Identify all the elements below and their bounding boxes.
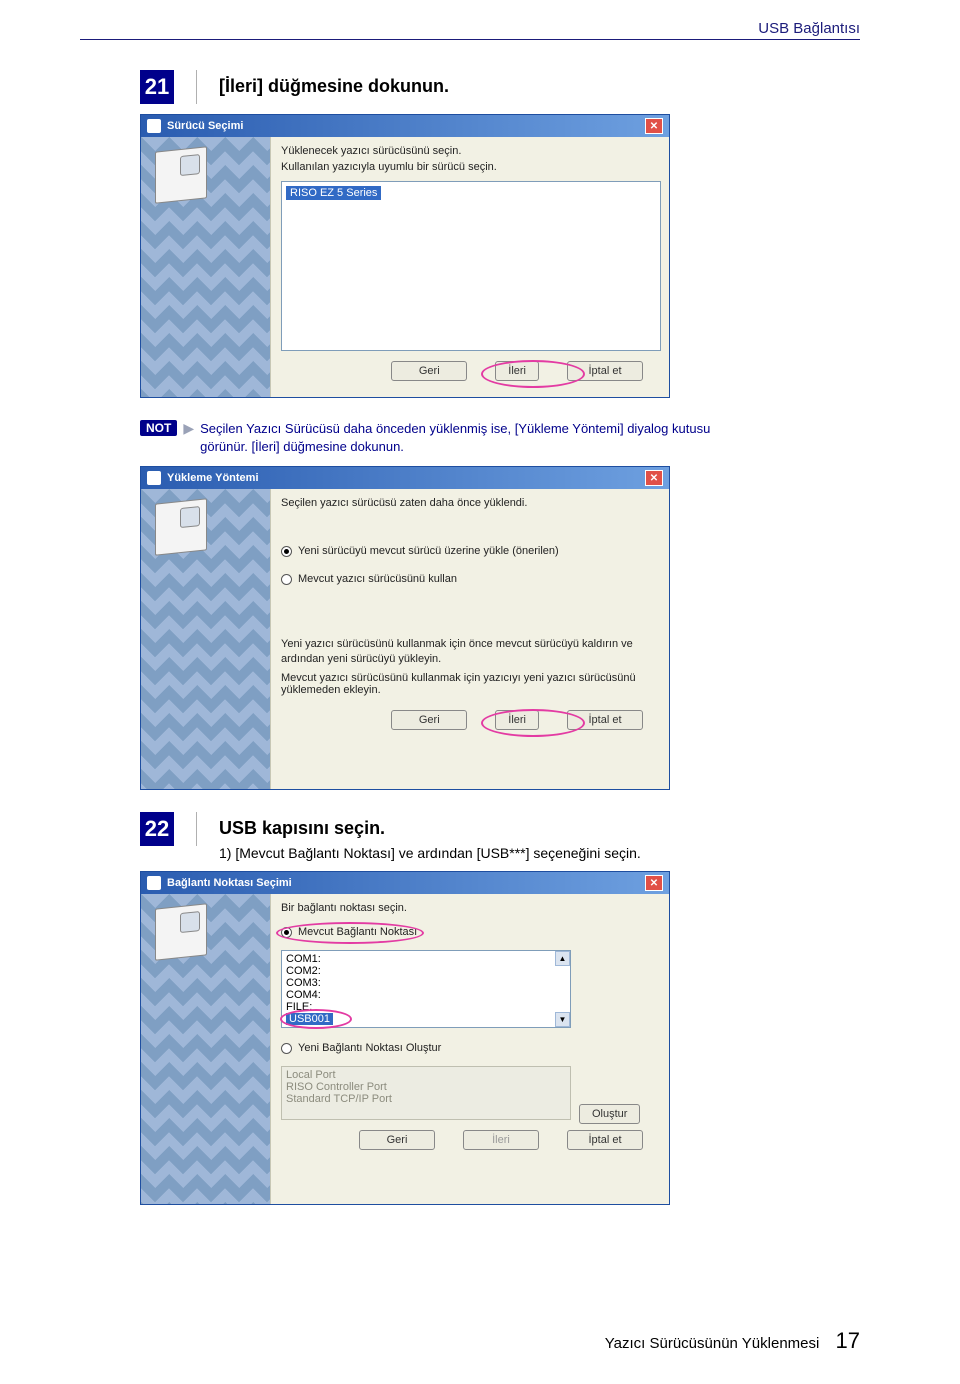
close-icon[interactable]: ✕ [645, 470, 663, 486]
dialog-titlebar: Sürücü Seçimi ✕ [141, 115, 669, 137]
driver-select-screenshot: Sürücü Seçimi ✕ Yüklenecek yazıcı sürücü… [140, 114, 860, 398]
dialog-titlebar: Yükleme Yöntemi ✕ [141, 467, 669, 489]
window-icon [147, 471, 161, 485]
separator [196, 70, 197, 104]
dialog-title: Sürücü Seçimi [167, 120, 243, 132]
back-button[interactable]: Geri [359, 1130, 435, 1150]
step-21-header: 21 [İleri] düğmesine dokunun. [140, 70, 860, 104]
close-icon[interactable]: ✕ [645, 875, 663, 891]
next-button[interactable]: İleri [495, 361, 539, 381]
radio-label: Yeni sürücüyü mevcut sürücü üzerine yükl… [298, 545, 559, 557]
next-button[interactable]: İleri [495, 710, 539, 730]
radio-use-existing[interactable]: Mevcut yazıcı sürücüsünü kullan [281, 573, 661, 585]
driver-select-dialog: Sürücü Seçimi ✕ Yüklenecek yazıcı sürücü… [140, 114, 670, 398]
dialog-title: Bağlantı Noktası Seçimi [167, 877, 292, 889]
driver-list[interactable]: RISO EZ 5 Series [281, 181, 661, 351]
method-intro: Seçilen yazıcı sürücüsü zaten daha önce … [281, 497, 661, 509]
note-text: Seçilen Yazıcı Sürücüsü daha önceden yük… [200, 420, 740, 456]
step-22-subtitle: 1) [Mevcut Bağlantı Noktası] ve ardından… [219, 845, 641, 861]
disabled-item: RISO Controller Port [286, 1081, 566, 1093]
note-badge: NOT [140, 420, 177, 436]
step-number-22: 22 [140, 812, 174, 846]
method-desc-2: Mevcut yazıcı sürücüsünü kullanmak için … [281, 672, 661, 696]
printer-icon [155, 499, 207, 556]
scroll-down-icon[interactable]: ▼ [555, 1012, 570, 1027]
close-icon[interactable]: ✕ [645, 118, 663, 134]
radio-icon [281, 546, 292, 557]
note-arrow-icon: ▶ [183, 420, 194, 435]
section-header: USB Bağlantısı [80, 20, 860, 40]
step-number-21: 21 [140, 70, 174, 104]
back-button[interactable]: Geri [391, 710, 467, 730]
radio-label: Mevcut Bağlantı Noktası [298, 926, 417, 938]
scroll-up-icon[interactable]: ▲ [555, 951, 570, 966]
radio-icon [281, 927, 292, 938]
port-item-selected[interactable]: USB001 [286, 1013, 333, 1025]
footer-text: Yazıcı Sürücüsünün Yüklenmesi [605, 1335, 820, 1352]
side-graphic [141, 137, 271, 397]
install-method-screenshot: Yükleme Yöntemi ✕ Seçilen yazıcı sürücüs… [140, 466, 860, 790]
printer-icon [155, 146, 207, 203]
port-type-list-disabled: Local Port RISO Controller Port Standard… [281, 1066, 571, 1120]
driver-list-item-selected[interactable]: RISO EZ 5 Series [286, 186, 381, 200]
port-list[interactable]: COM1: COM2: COM3: COM4: FILE: USB001 ▲ ▼ [281, 950, 571, 1028]
step-21-title: [İleri] düğmesine dokunun. [219, 70, 449, 97]
port-item[interactable]: COM3: [286, 977, 566, 989]
window-icon [147, 876, 161, 890]
next-button[interactable]: İleri [463, 1130, 539, 1150]
cancel-button[interactable]: İptal et [567, 361, 643, 381]
page-content: 21 [İleri] düğmesine dokunun. Sürücü Seç… [0, 0, 960, 1205]
instruction-2: Kullanılan yazıcıyla uyumlu bir sürücü s… [281, 161, 661, 173]
step-22-title: USB kapısını seçin. [219, 812, 641, 839]
install-method-dialog: Yükleme Yöntemi ✕ Seçilen yazıcı sürücüs… [140, 466, 670, 790]
radio-label: Yeni Bağlantı Noktası Oluştur [298, 1042, 441, 1054]
radio-install-new[interactable]: Yeni sürücüyü mevcut sürücü üzerine yükl… [281, 545, 661, 557]
dialog-title: Yükleme Yöntemi [167, 472, 259, 484]
port-item[interactable]: FILE: [286, 1001, 566, 1013]
radio-label: Mevcut yazıcı sürücüsünü kullan [298, 573, 457, 585]
side-graphic [141, 489, 271, 789]
note-block: NOT ▶ Seçilen Yazıcı Sürücüsü daha önced… [140, 420, 860, 456]
radio-icon [281, 574, 292, 585]
radio-existing-port[interactable]: Mevcut Bağlantı Noktası [281, 926, 661, 938]
port-select-dialog: Bağlantı Noktası Seçimi ✕ Bir bağlantı n… [140, 871, 670, 1205]
instruction-1: Yüklenecek yazıcı sürücüsünü seçin. [281, 145, 661, 157]
port-item[interactable]: COM4: [286, 989, 566, 1001]
method-desc-1: Yeni yazıcı sürücüsünü kullanmak için ön… [281, 637, 661, 666]
port-intro: Bir bağlantı noktası seçin. [281, 902, 661, 914]
printer-icon [155, 904, 207, 961]
cancel-button[interactable]: İptal et [567, 1130, 643, 1150]
port-item[interactable]: COM1: [286, 953, 566, 965]
disabled-item: Standard TCP/IP Port [286, 1093, 566, 1105]
side-graphic [141, 894, 271, 1204]
window-icon [147, 119, 161, 133]
port-select-screenshot: Bağlantı Noktası Seçimi ✕ Bir bağlantı n… [140, 871, 860, 1205]
page-footer: Yazıcı Sürücüsünün Yüklenmesi 17 [605, 1328, 860, 1354]
port-item[interactable]: COM2: [286, 965, 566, 977]
step-22-header: 22 USB kapısını seçin. 1) [Mevcut Bağlan… [140, 812, 860, 861]
radio-new-port[interactable]: Yeni Bağlantı Noktası Oluştur [281, 1042, 661, 1054]
page-number: 17 [836, 1328, 860, 1353]
separator [196, 812, 197, 846]
back-button[interactable]: Geri [391, 361, 467, 381]
cancel-button[interactable]: İptal et [567, 710, 643, 730]
disabled-item: Local Port [286, 1069, 566, 1081]
radio-icon [281, 1043, 292, 1054]
dialog-titlebar: Bağlantı Noktası Seçimi ✕ [141, 872, 669, 894]
